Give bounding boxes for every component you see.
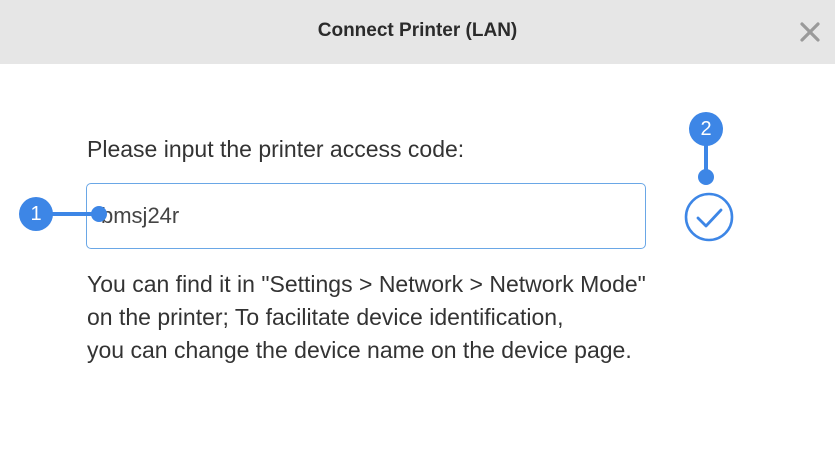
annotation-badge-1: 1 [19, 197, 53, 231]
dialog-titlebar: Connect Printer (LAN) [0, 0, 835, 64]
annotation-badge-2: 2 [689, 112, 723, 146]
annotation-dot-2 [698, 169, 714, 185]
close-button[interactable] [797, 19, 823, 45]
close-icon [800, 22, 820, 42]
confirm-button[interactable] [683, 191, 735, 243]
dialog-title: Connect Printer (LAN) [317, 20, 518, 41]
annotation-dot-1 [91, 206, 107, 222]
check-circle-icon [684, 192, 734, 242]
help-line: on the printer; To facilitate device ide… [87, 304, 564, 330]
connect-printer-dialog: Connect Printer (LAN) Please input the p… [0, 0, 835, 458]
help-text: You can find it in "Settings > Network >… [87, 268, 807, 367]
help-line: you can change the device name on the de… [87, 337, 632, 363]
access-code-prompt: Please input the printer access code: [87, 136, 465, 162]
access-code-input[interactable] [86, 183, 646, 249]
help-line: You can find it in "Settings > Network >… [87, 271, 646, 297]
